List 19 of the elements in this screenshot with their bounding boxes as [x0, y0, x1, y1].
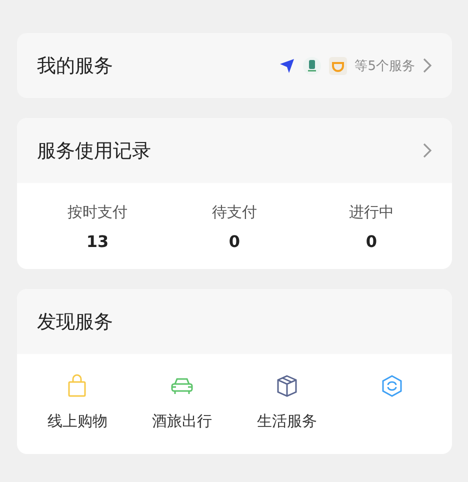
card-title: 我的服务 — [37, 54, 114, 78]
bottle-icon[interactable] — [302, 56, 321, 74]
paper-plane-icon[interactable] — [278, 58, 295, 74]
service-label[interactable]: 线上购物 — [47, 412, 108, 431]
chevron-right-icon — [423, 143, 432, 158]
chevron-right-icon — [423, 58, 432, 73]
card-title: 服务使用记录 — [37, 138, 152, 164]
stat-label: 待支付 — [212, 203, 257, 222]
cup-icon[interactable] — [328, 56, 347, 74]
stat-label: 按时支付 — [68, 203, 128, 222]
stat-label: 进行中 — [349, 203, 394, 222]
service-label[interactable]: 酒旅出行 — [152, 412, 212, 431]
stat-value: 0 — [366, 232, 378, 251]
stat-value: 13 — [86, 232, 109, 251]
my-services-card[interactable]: 我的服务 等5个服务 — [17, 33, 452, 98]
services-count: 等5个服务 — [354, 58, 415, 74]
card-title: 发现服务 — [37, 310, 114, 334]
stat-value: 0 — [228, 232, 240, 251]
service-label[interactable]: 生活服务 — [256, 412, 317, 431]
